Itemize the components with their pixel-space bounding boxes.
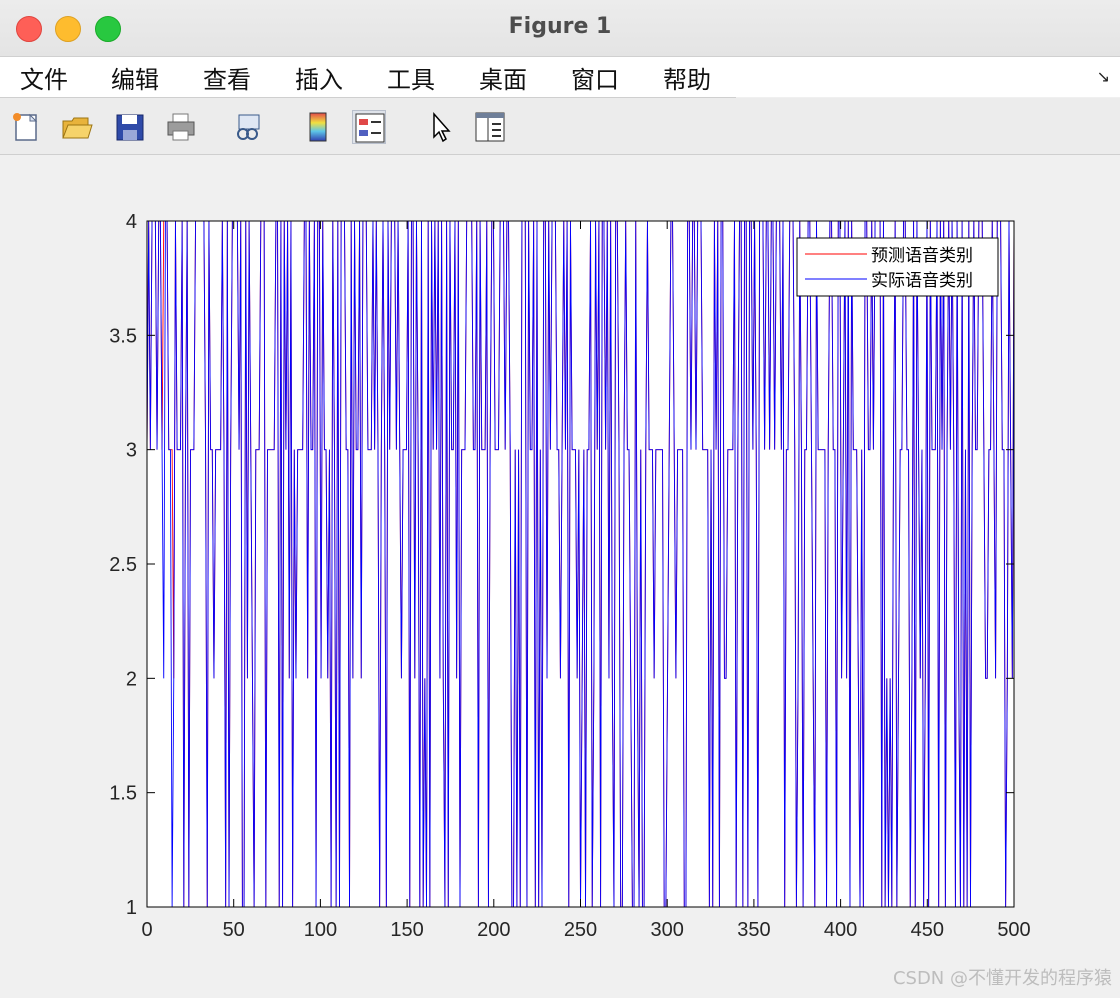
y-tick-label: 2 (126, 668, 137, 690)
x-tick-label: 200 (477, 919, 510, 941)
menu-file[interactable]: 文件 (20, 60, 68, 95)
x-tick-label: 250 (564, 919, 597, 941)
menu-help[interactable]: 帮助 (663, 60, 711, 95)
title-bar[interactable]: Figure 1 (0, 0, 1120, 57)
menu-view[interactable]: 查看 (203, 60, 251, 95)
menu-overflow-icon[interactable]: ↘ (1097, 67, 1110, 86)
menu-bar: 文件 编辑 查看 插入 工具 桌面 窗口 帮助 ↘ (0, 57, 1120, 98)
x-tick-label: 400 (824, 919, 857, 941)
pointer-icon[interactable] (424, 110, 458, 144)
legend[interactable]: 预测语音类别实际语音类别 (796, 237, 999, 297)
y-tick-label: 2.5 (109, 554, 137, 576)
menu-tools[interactable]: 工具 (387, 60, 435, 95)
x-tick-label: 0 (141, 919, 152, 941)
property-inspector-icon[interactable] (473, 110, 507, 144)
legend-label: 实际语音类别 (871, 271, 973, 291)
colorbar-icon[interactable] (301, 110, 335, 144)
menu-window[interactable]: 窗口 (571, 60, 619, 95)
x-tick-label: 500 (997, 919, 1030, 941)
watermark: CSDN @不懂开发的程序猿 (892, 968, 1112, 989)
legend-icon[interactable] (352, 110, 386, 144)
x-tick-label: 450 (911, 919, 944, 941)
figure-canvas[interactable]: 0 50 100 150 200 250 300 350 400 450 500 1 1.5 2 2.5 3 3… (0, 155, 1120, 998)
new-figure-icon[interactable] (10, 110, 44, 144)
figure-window: Figure 1 文件 编辑 查看 插入 工具 桌面 窗口 帮助 ↘ 0 50 … (0, 0, 1120, 998)
menu-insert[interactable]: 插入 (295, 60, 343, 95)
window-title: Figure 1 (508, 14, 612, 39)
open-file-icon[interactable] (60, 110, 94, 144)
y-tick-label: 1.5 (109, 783, 137, 805)
toolbar (0, 98, 1120, 155)
menu-edit[interactable]: 编辑 (111, 60, 159, 95)
y-tick-label: 1 (126, 897, 137, 919)
line-chart[interactable]: 0 50 100 150 200 250 300 350 400 450 500 1 1.5 2 2.5 3 3… (0, 155, 1120, 998)
menu-desktop[interactable]: 桌面 (479, 60, 527, 95)
y-tick-label: 3 (126, 440, 137, 462)
y-tick-label: 4 (126, 211, 137, 233)
x-tick-label: 50 (223, 919, 245, 941)
legend-label: 预测语音类别 (871, 246, 973, 266)
x-tick-label: 300 (651, 919, 684, 941)
x-tick-label: 150 (390, 919, 423, 941)
y-tick-label: 3.5 (109, 325, 137, 347)
x-tick-label: 350 (737, 919, 770, 941)
save-icon[interactable] (113, 110, 147, 144)
link-plot-icon[interactable] (232, 110, 266, 144)
print-icon[interactable] (164, 110, 198, 144)
x-tick-label: 100 (304, 919, 337, 941)
